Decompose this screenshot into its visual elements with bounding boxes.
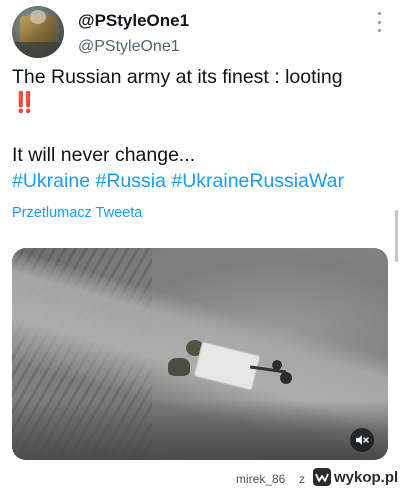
display-name[interactable]: @PStyleOne1: [78, 11, 189, 31]
video-figure: [168, 358, 190, 376]
dot: [377, 29, 381, 32]
avatar-shape: [12, 42, 64, 58]
tweet-text-spacer: [12, 116, 384, 142]
speaker-muted-icon[interactable]: [350, 428, 374, 452]
hashtag-link[interactable]: #Ukraine: [12, 170, 95, 192]
wykop-logo-text: wykop.pl: [334, 468, 399, 486]
hashtag-link[interactable]: #Russia: [95, 170, 171, 192]
wykop-logo: wykop.pl: [313, 468, 398, 486]
double-exclamation-icon: ‼️: [12, 92, 37, 114]
video-field-shadow: [12, 400, 388, 460]
wykop-logo-icon: [313, 468, 331, 486]
tweet-text-line: It will never change...: [12, 144, 196, 166]
avatar[interactable]: [12, 6, 64, 58]
tweet-text-line: The Russian army at its finest : looting: [12, 66, 343, 88]
footer-user: mirek_86: [236, 472, 286, 486]
user-handle[interactable]: @PStyleOne1: [78, 38, 180, 56]
more-options-icon[interactable]: [373, 12, 385, 32]
dot: [377, 12, 381, 15]
tweet-video[interactable]: [12, 248, 388, 460]
scrollbar[interactable]: [395, 210, 398, 262]
hashtags: #Ukraine #Russia #UkraineRussiaWar: [12, 170, 344, 193]
tweet-text: The Russian army at its finest : looting…: [12, 64, 384, 168]
video-wheel: [272, 360, 282, 370]
dot: [377, 20, 381, 24]
avatar-shape: [30, 10, 46, 24]
video-wheel: [280, 372, 292, 384]
hashtag-link[interactable]: #UkraineRussiaWar: [171, 170, 344, 192]
footer-connector: z: [299, 472, 305, 486]
speaker-muted-glyph: [356, 435, 369, 445]
video-vehicle: [162, 338, 302, 398]
translate-tweet-link[interactable]: Przetlumacz Tweeta: [12, 205, 142, 221]
